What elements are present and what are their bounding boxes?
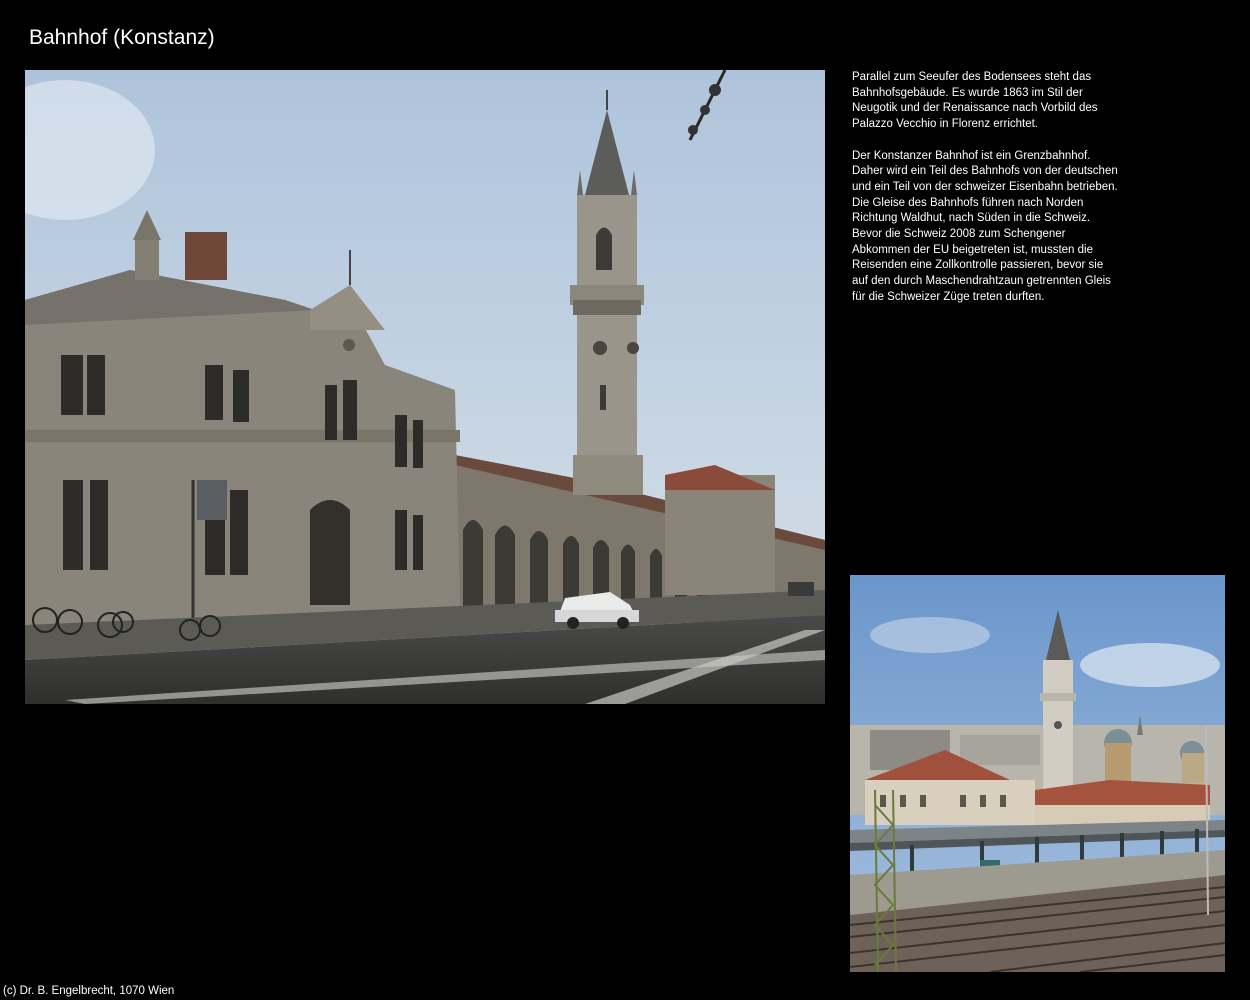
page-title: Bahnhof (Konstanz) bbox=[29, 26, 215, 49]
description-paragraph-2: Der Konstanzer Bahnhof ist ein Grenzbahn… bbox=[852, 149, 1118, 303]
copyright-footer: (c) Dr. B. Engelbrecht, 1070 Wien bbox=[3, 985, 175, 997]
station-building-image bbox=[25, 70, 825, 704]
station-overview-image bbox=[850, 575, 1225, 972]
station-building-photo bbox=[25, 70, 825, 704]
station-overview-photo bbox=[850, 575, 1225, 972]
description-text: Parallel zum Seeufer des Bodensees steht… bbox=[852, 70, 1122, 321]
description-paragraph-1: Parallel zum Seeufer des Bodensees steht… bbox=[852, 71, 1098, 131]
